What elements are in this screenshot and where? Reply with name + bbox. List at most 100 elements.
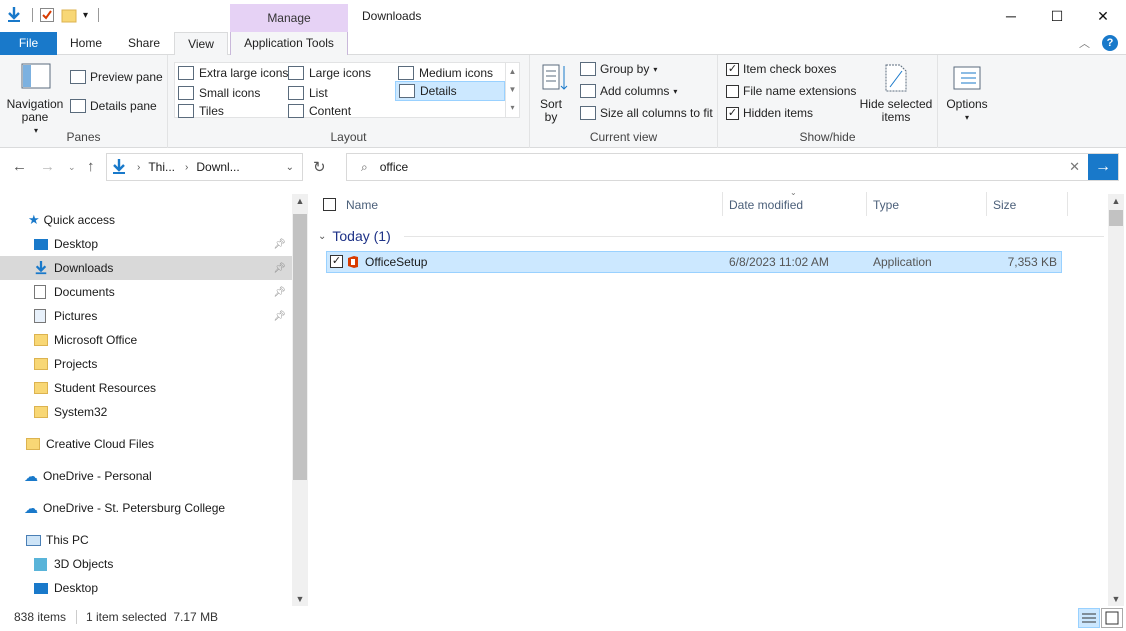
details-pane-button[interactable]: Details pane — [70, 99, 157, 113]
scroll-down-icon[interactable]: ▼ — [1108, 594, 1124, 604]
column-header-date-modified[interactable]: Date modified — [729, 193, 803, 217]
refresh-icon[interactable]: ↻ — [313, 158, 326, 176]
layout-gallery-scroll[interactable]: ▲ ▼ ▾ — [505, 63, 519, 117]
layout-small-icons[interactable]: Small icons — [175, 83, 260, 103]
tab-application-tools[interactable]: Application Tools — [230, 32, 348, 55]
row-checkbox[interactable]: ✓ — [330, 255, 343, 268]
properties-icon[interactable] — [39, 7, 55, 23]
column-divider[interactable] — [722, 192, 723, 216]
large-icons-view-button[interactable] — [1101, 608, 1123, 628]
pin-icon[interactable]: 📌︎ — [273, 287, 286, 298]
select-all-checkbox[interactable] — [323, 198, 336, 211]
breadcrumb-this-pc[interactable]: Thi... — [148, 160, 175, 174]
details-view-button[interactable] — [1078, 608, 1100, 628]
item-check-boxes-toggle[interactable]: ✓ Item check boxes — [726, 62, 836, 76]
tab-view[interactable]: View — [174, 32, 228, 56]
address-dropdown-icon[interactable]: ⌄ — [286, 162, 294, 173]
scroll-down-icon[interactable]: ▼ — [506, 81, 519, 99]
layout-list[interactable]: List — [285, 83, 328, 103]
group-header-today[interactable]: ⌄ Today (1) — [318, 228, 391, 244]
up-arrow-icon[interactable]: ↑ — [87, 158, 95, 175]
pin-icon[interactable]: 📌︎ — [273, 311, 286, 322]
scroll-down-icon[interactable]: ▼ — [292, 594, 308, 604]
preview-pane-button[interactable]: Preview pane — [70, 70, 163, 84]
column-divider[interactable] — [1067, 192, 1068, 216]
table-row[interactable]: ✓ OfficeSetup 6/8/2023 11:02 AM Applicat… — [326, 251, 1062, 273]
details-pane-label: Details pane — [90, 99, 157, 113]
quick-access-item[interactable]: ★ Quick access — [0, 208, 292, 232]
sidebar-item-desktop[interactable]: Desktop 📌︎ — [0, 232, 292, 256]
maximize-button[interactable]: ☐ — [1034, 0, 1080, 32]
manage-context-tab[interactable]: Manage — [230, 4, 348, 32]
breadcrumb-downloads[interactable]: Downl... — [196, 160, 239, 174]
sidebar-item-projects[interactable]: Projects — [0, 352, 292, 376]
sidebar-item-onedrive-spc[interactable]: ☁ OneDrive - St. Petersburg College — [0, 496, 292, 520]
layout-extra-large-icons[interactable]: Extra large icons — [175, 63, 288, 83]
sort-by-button[interactable]: Sort by — [538, 63, 572, 124]
tab-share[interactable]: Share — [118, 32, 170, 55]
close-button[interactable]: ✕ — [1080, 0, 1126, 32]
sidebar-item-creative-cloud[interactable]: Creative Cloud Files — [0, 432, 292, 456]
clear-search-icon[interactable]: ✕ — [1069, 159, 1080, 175]
tab-home[interactable]: Home — [60, 32, 112, 55]
sidebar-item-3d-objects[interactable]: 3D Objects — [0, 552, 292, 576]
layout-details[interactable]: Details — [395, 81, 505, 101]
layout-tiles[interactable]: Tiles — [175, 101, 224, 121]
column-header-size[interactable]: Size — [993, 193, 1016, 217]
layout-medium-icons[interactable]: Medium icons — [395, 63, 493, 83]
collapse-ribbon-icon[interactable]: ︿ — [1079, 35, 1090, 51]
scroll-up-icon[interactable]: ▲ — [292, 196, 308, 206]
navigation-pane-button[interactable]: Navigation pane ▾ — [6, 63, 66, 137]
downloads-icon[interactable] — [6, 6, 22, 24]
new-folder-icon[interactable] — [61, 7, 77, 23]
item-check-boxes-checkbox[interactable]: ✓ — [726, 62, 739, 76]
sidebar-item-desktop-pc[interactable]: Desktop — [0, 576, 292, 600]
search-box[interactable]: ⌕ office ✕ → — [346, 153, 1119, 181]
hide-selected-items-label: Hide selected items — [859, 97, 933, 124]
forward-arrow-icon[interactable]: → — [40, 158, 55, 175]
collapse-group-icon[interactable]: ⌄ — [318, 231, 326, 242]
sidebar-item-onedrive-personal[interactable]: ☁ OneDrive - Personal — [0, 464, 292, 488]
search-go-button[interactable]: → — [1088, 154, 1118, 180]
nav-pane-scroll-thumb[interactable] — [293, 214, 307, 480]
sidebar-item-pictures[interactable]: Pictures 📌︎ — [0, 304, 292, 328]
group-by-button[interactable]: Group by ▾ — [580, 62, 657, 76]
hidden-items-toggle[interactable]: ✓ Hidden items — [726, 106, 813, 120]
column-header-name[interactable]: Name — [346, 193, 378, 217]
expand-gallery-icon[interactable]: ▾ — [506, 99, 519, 117]
customize-qat-icon[interactable]: ▾ — [83, 10, 88, 21]
minimize-button[interactable]: ─ — [988, 0, 1034, 32]
nav-pane-scrollbar[interactable]: ▲ ▼ — [292, 194, 308, 606]
sidebar-item-student-resources[interactable]: Student Resources — [0, 376, 292, 400]
column-divider[interactable] — [866, 192, 867, 216]
layout-large-icons[interactable]: Large icons — [285, 63, 371, 83]
content-scrollbar[interactable]: ▲ ▼ — [1108, 194, 1124, 606]
pin-icon[interactable]: 📌︎ — [273, 239, 286, 250]
file-name-extensions-checkbox[interactable] — [726, 84, 739, 98]
address-bar[interactable]: › Thi... › Downl... ⌄ — [106, 153, 303, 181]
add-columns-button[interactable]: Add columns ▾ — [580, 84, 677, 98]
options-button[interactable]: Options ▾ — [944, 65, 990, 124]
hide-selected-items-button[interactable]: Hide selected items — [858, 63, 934, 124]
search-icon: ⌕ — [361, 159, 368, 174]
sidebar-item-microsoft-office[interactable]: Microsoft Office — [0, 328, 292, 352]
sidebar-item-documents[interactable]: Documents 📌︎ — [0, 280, 292, 304]
tab-file[interactable]: File — [0, 32, 57, 55]
back-arrow-icon[interactable]: ← — [12, 158, 27, 175]
sidebar-item-downloads[interactable]: Downloads 📌︎ — [0, 256, 292, 280]
scroll-up-icon[interactable]: ▲ — [1108, 196, 1124, 206]
content-scroll-thumb[interactable] — [1109, 210, 1123, 226]
size-columns-button[interactable]: Size all columns to fit — [580, 106, 713, 120]
sidebar-item-system32[interactable]: System32 — [0, 400, 292, 424]
help-icon[interactable]: ? — [1102, 35, 1118, 51]
column-header-type[interactable]: Type — [873, 193, 899, 217]
column-divider[interactable] — [986, 192, 987, 216]
pin-icon[interactable]: 📌︎ — [273, 263, 286, 274]
scroll-up-icon[interactable]: ▲ — [506, 63, 519, 81]
file-name-extensions-toggle[interactable]: File name extensions — [726, 84, 856, 98]
hidden-items-checkbox[interactable]: ✓ — [726, 106, 739, 120]
sidebar-item-this-pc[interactable]: This PC — [0, 528, 292, 552]
recent-locations-icon[interactable]: ⌄ — [68, 162, 76, 173]
layout-content[interactable]: Content — [285, 101, 351, 121]
search-input[interactable]: office — [380, 160, 408, 174]
